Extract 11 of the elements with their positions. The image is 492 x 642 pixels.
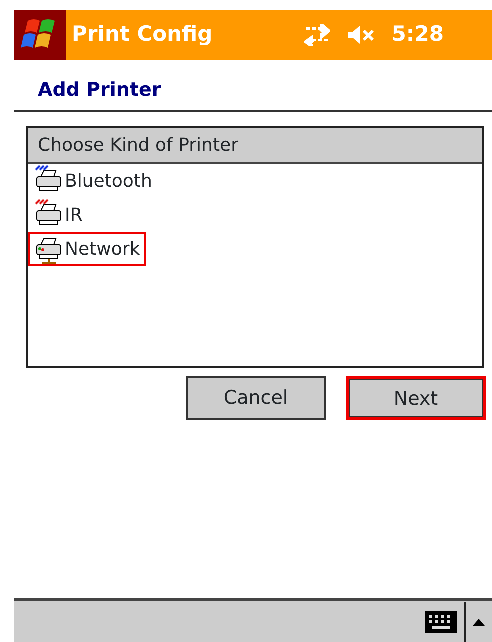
list-item[interactable]: Network (28, 232, 146, 266)
caret-up-icon[interactable] (472, 616, 486, 626)
window-title: Print Config (72, 21, 213, 48)
page-title: Add Printer (38, 79, 162, 101)
list-item[interactable]: Bluetooth (28, 164, 158, 198)
next-button[interactable]: Next (346, 376, 486, 420)
list-header: Choose Kind of Printer (28, 128, 482, 164)
start-button[interactable] (14, 10, 66, 60)
cancel-button[interactable]: Cancel (186, 376, 326, 420)
list-item[interactable]: IR (28, 198, 89, 232)
keyboard-icon[interactable] (424, 610, 458, 634)
